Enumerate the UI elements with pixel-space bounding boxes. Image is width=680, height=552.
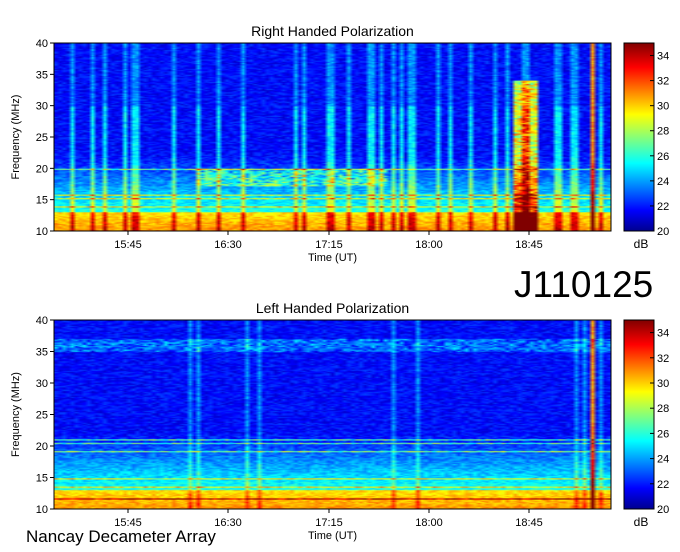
y-tick-label: 30 bbox=[36, 378, 48, 390]
chart-title: Left Handed Polarization bbox=[256, 300, 409, 316]
x-tick-label: 18:00 bbox=[415, 517, 443, 529]
colorbar-tick-label: 34 bbox=[657, 328, 669, 340]
colorbar-tick-label: 24 bbox=[657, 454, 669, 466]
colorbar-tick-label: 26 bbox=[657, 428, 669, 440]
colorbar-tick-label: 20 bbox=[657, 504, 669, 516]
spectrum-panel-right: Right Handed Polarization 10 15 20 25 30 35 40 F… bbox=[10, 23, 669, 264]
colorbar-tick-label: 28 bbox=[657, 126, 669, 138]
y-axis-label: Frequency (MHz) bbox=[10, 372, 22, 457]
x-tick-label: 18:45 bbox=[515, 517, 543, 529]
x-tick-label: 16:30 bbox=[214, 239, 242, 251]
y-tick-label: 15 bbox=[36, 195, 48, 207]
y-tick-label: 10 bbox=[36, 504, 48, 516]
y-tick-label: 30 bbox=[36, 101, 48, 113]
y-tick-label: 15 bbox=[36, 473, 48, 485]
colorbar-tick-label: 22 bbox=[657, 479, 669, 491]
x-axis-label: Time (UT) bbox=[308, 530, 357, 542]
colorbar bbox=[623, 42, 655, 232]
colorbar-tick-label: 32 bbox=[657, 76, 669, 88]
y-tick-label: 20 bbox=[36, 441, 48, 453]
instrument-name: Nancay Decameter Array bbox=[26, 527, 216, 546]
colorbar-tick-label: 22 bbox=[657, 201, 669, 213]
x-tick-label: 15:45 bbox=[114, 239, 142, 251]
x-tick-label: 18:45 bbox=[515, 239, 543, 251]
colorbar-tick-label: 20 bbox=[657, 226, 669, 238]
colorbar-tick-label: 30 bbox=[657, 378, 669, 390]
colorbar-tick-label: 26 bbox=[657, 151, 669, 163]
spectrum-heatmap bbox=[54, 43, 611, 231]
x-tick-label: 17:15 bbox=[315, 517, 343, 529]
y-axis-label: Frequency (MHz) bbox=[10, 95, 22, 180]
x-axis-label: Time (UT) bbox=[308, 252, 357, 264]
y-tick-label: 20 bbox=[36, 163, 48, 175]
colorbar-label: dB bbox=[634, 237, 649, 251]
x-tick-label: 18:00 bbox=[415, 239, 443, 251]
colorbar-tick-label: 30 bbox=[657, 101, 669, 113]
spectrum-panel-left: Left Handed Polarization 10 15 20 25 30 35 40 Fr… bbox=[10, 300, 669, 542]
y-tick-label: 10 bbox=[36, 226, 48, 238]
colorbar-tick-label: 34 bbox=[657, 51, 669, 63]
colorbar-label: dB bbox=[634, 515, 649, 529]
colorbar-tick-label: 32 bbox=[657, 353, 669, 365]
observation-id: J110125 bbox=[514, 264, 654, 305]
colorbar-tick-label: 28 bbox=[657, 403, 669, 415]
y-tick-label: 25 bbox=[36, 132, 48, 144]
x-tick-label: 17:15 bbox=[315, 239, 343, 251]
y-tick-label: 35 bbox=[36, 347, 48, 359]
chart-title: Right Handed Polarization bbox=[251, 23, 414, 39]
colorbar bbox=[623, 319, 655, 510]
y-tick-label: 35 bbox=[36, 69, 48, 81]
colorbar-tick-label: 24 bbox=[657, 176, 669, 188]
y-tick-label: 40 bbox=[36, 38, 48, 50]
y-tick-label: 25 bbox=[36, 410, 48, 422]
x-tick-label: 16:30 bbox=[214, 517, 242, 529]
y-tick-label: 40 bbox=[36, 315, 48, 327]
spectrum-heatmap bbox=[54, 320, 611, 509]
